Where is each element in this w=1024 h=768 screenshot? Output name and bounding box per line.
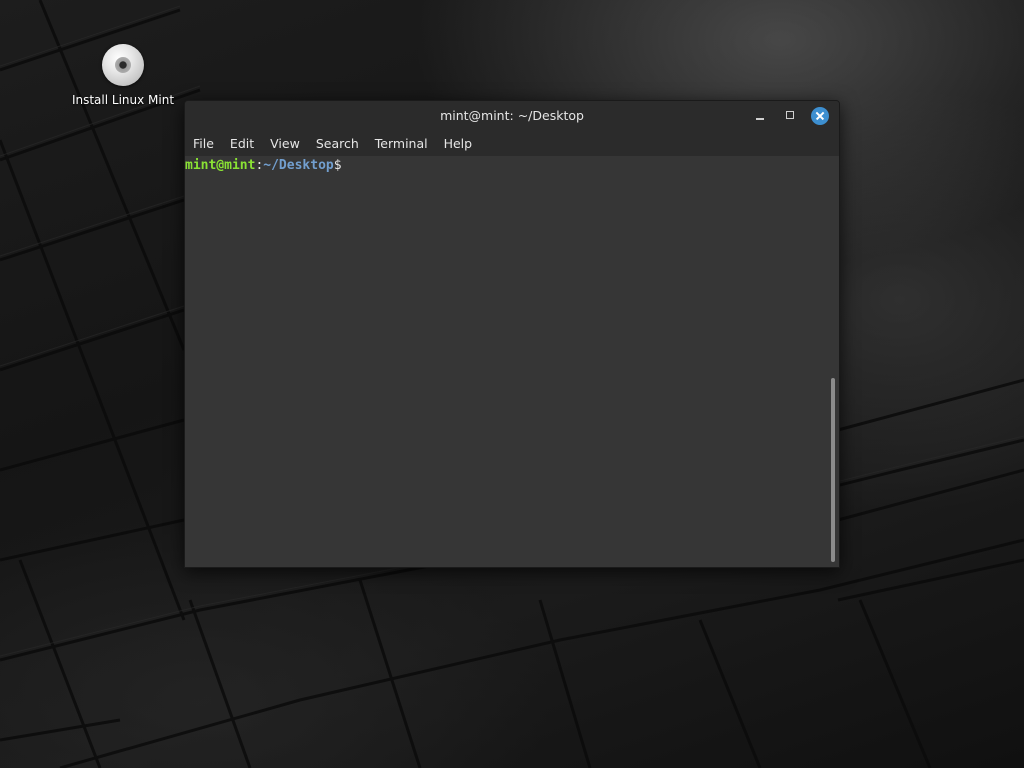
menu-edit[interactable]: Edit bbox=[222, 131, 262, 156]
desktop-icon-label: Install Linux Mint bbox=[71, 93, 175, 107]
menu-file[interactable]: File bbox=[185, 131, 222, 156]
window-title: mint@mint: ~/Desktop bbox=[440, 108, 584, 123]
titlebar[interactable]: mint@mint: ~/Desktop bbox=[185, 101, 839, 131]
terminal-window[interactable]: mint@mint: ~/Desktop File Edit View Sear… bbox=[184, 100, 840, 568]
prompt-path: ~/Desktop bbox=[263, 158, 334, 173]
maximize-icon[interactable] bbox=[781, 107, 799, 125]
shell-prompt: mint@mint:~/Desktop$ bbox=[185, 157, 342, 175]
disc-icon bbox=[102, 44, 144, 86]
menubar: File Edit View Search Terminal Help bbox=[185, 131, 839, 156]
menu-help[interactable]: Help bbox=[436, 131, 481, 156]
menu-terminal[interactable]: Terminal bbox=[367, 131, 436, 156]
scrollbar-thumb[interactable] bbox=[831, 378, 835, 562]
prompt-symbol: $ bbox=[333, 158, 342, 173]
scrollbar[interactable] bbox=[829, 156, 837, 567]
menu-search[interactable]: Search bbox=[308, 131, 367, 156]
minimize-icon[interactable] bbox=[751, 107, 769, 125]
terminal-area[interactable]: mint@mint:~/Desktop$ bbox=[185, 156, 839, 567]
desktop-icon-install-linux-mint[interactable]: Install Linux Mint bbox=[64, 44, 182, 107]
menu-view[interactable]: View bbox=[262, 131, 308, 156]
close-icon[interactable] bbox=[811, 107, 829, 125]
prompt-user: mint@mint bbox=[185, 158, 256, 173]
desktop: Install Linux Mint mint@mint: ~/Desktop … bbox=[0, 0, 1024, 768]
